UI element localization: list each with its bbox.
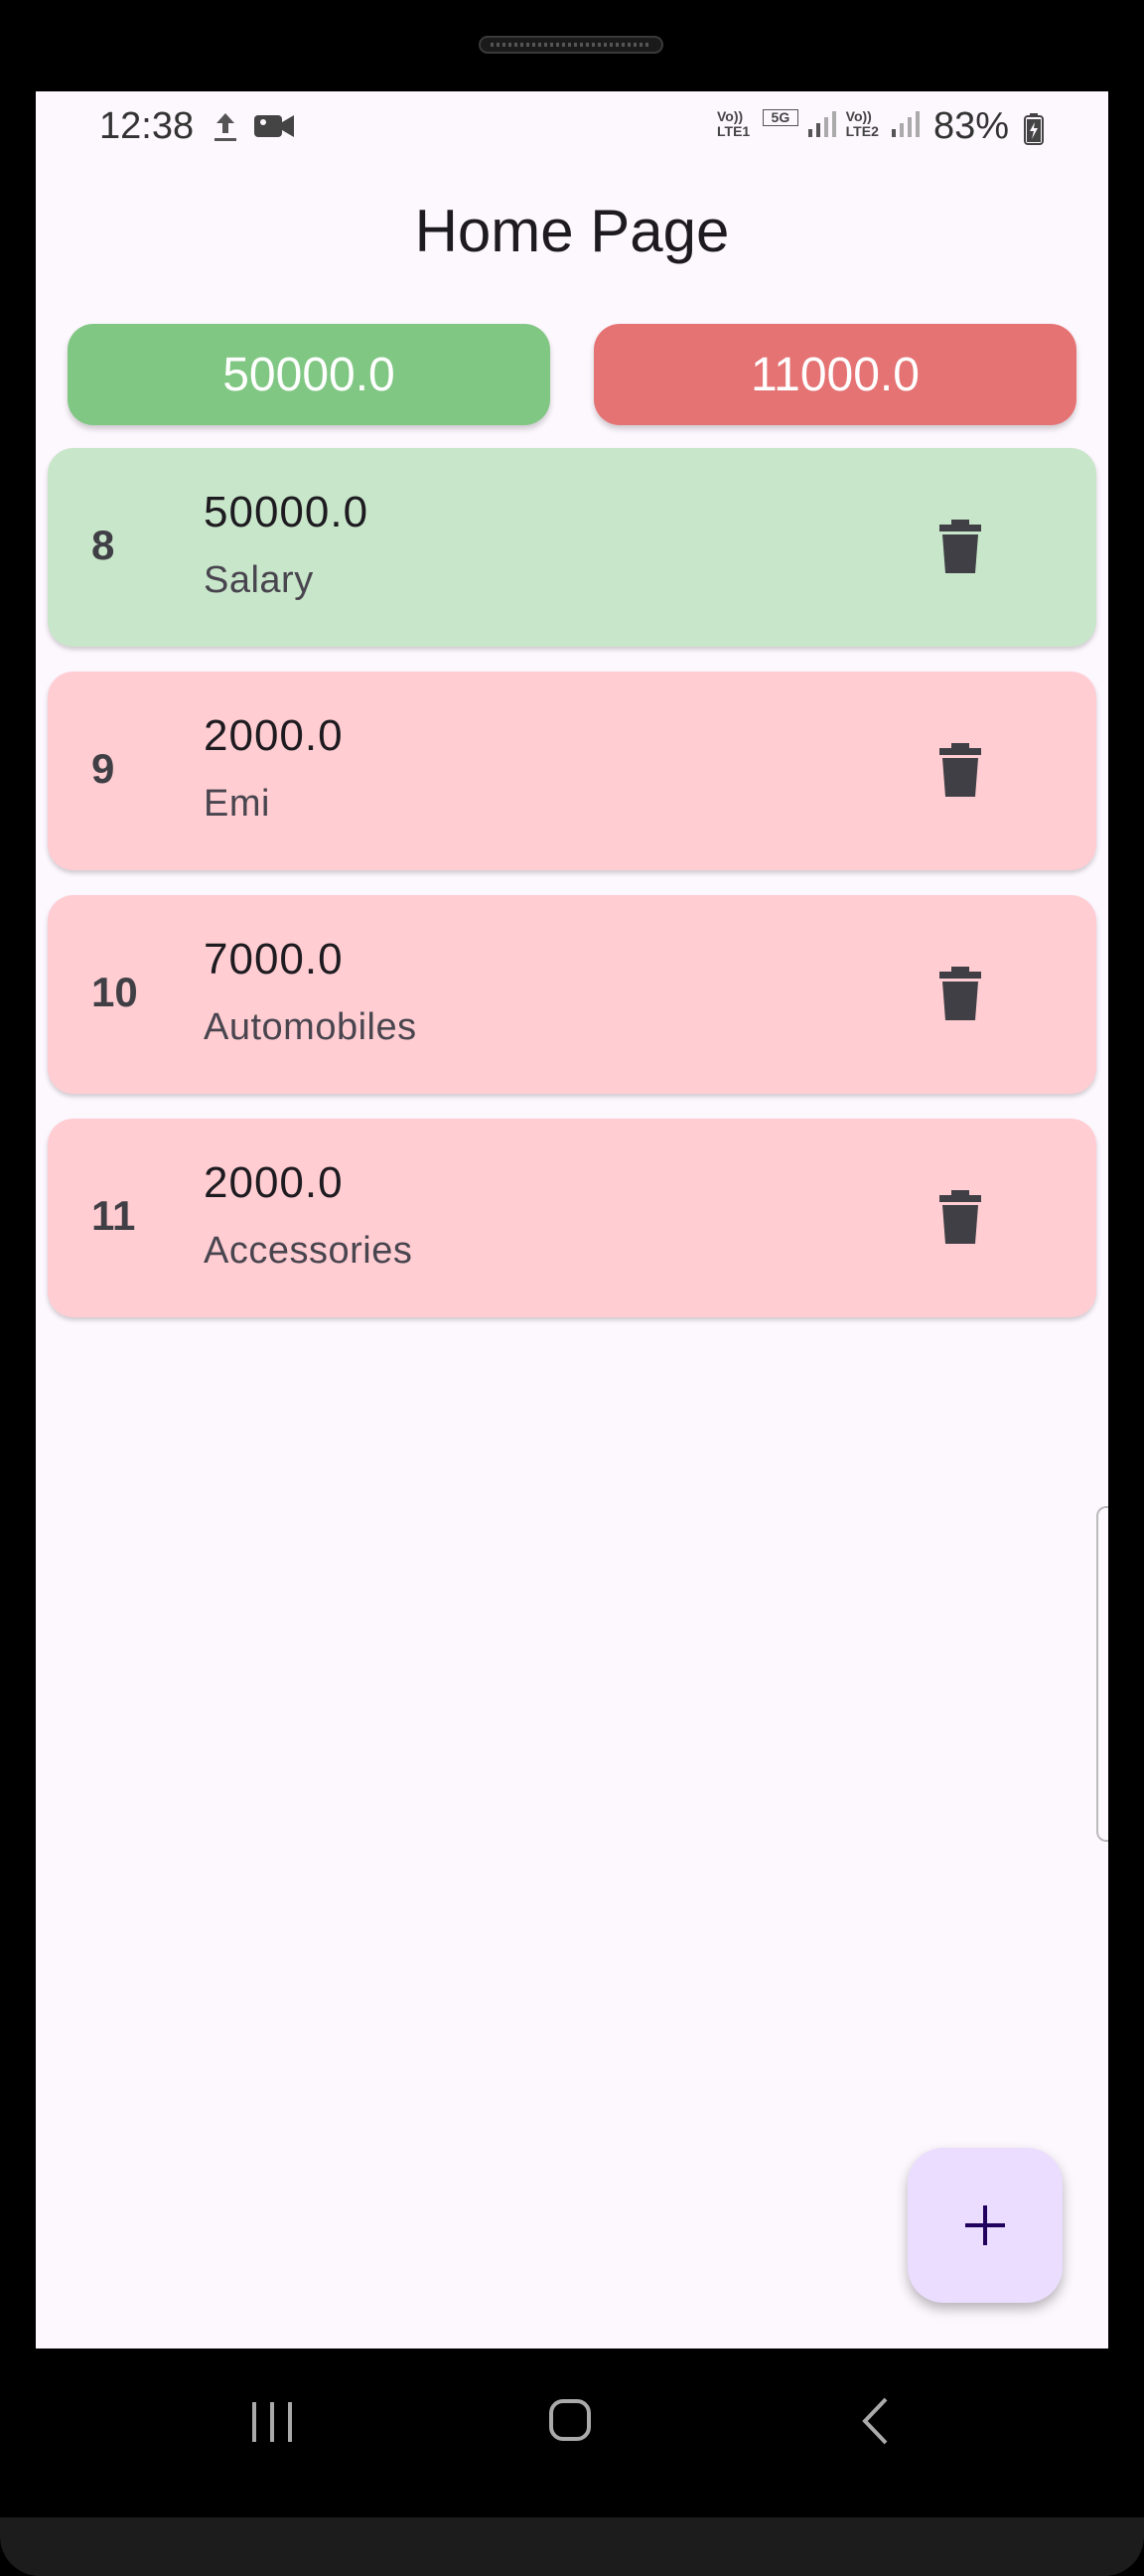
transaction-id: 8	[91, 522, 115, 568]
transaction-category: Automobiles	[204, 1006, 417, 1048]
recents-icon[interactable]	[250, 2400, 294, 2444]
status-bar: 12:38 Vo)) LTE1 5G Vo)) LTE2 83%	[36, 91, 1108, 163]
sim2-label: Vo)) LTE2	[845, 108, 879, 139]
transaction-card[interactable]: 9 2000.0 Emi	[48, 672, 1096, 870]
back-icon[interactable]	[860, 2396, 890, 2446]
upload-icon	[214, 113, 236, 141]
add-transaction-button[interactable]	[908, 2148, 1063, 2303]
5g-label: 5G	[762, 109, 798, 126]
transaction-id: 9	[91, 745, 115, 792]
home-icon[interactable]	[548, 2398, 592, 2442]
device-bottom-bezel	[0, 2517, 1144, 2576]
transaction-id: 10	[91, 969, 138, 1015]
transaction-amount: 2000.0	[204, 1158, 344, 1207]
plus-icon	[965, 2205, 1005, 2245]
signal-icon	[807, 111, 836, 137]
app-screen: 12:38 Vo)) LTE1 5G Vo)) LTE2 83% Home Pa…	[36, 91, 1108, 2349]
edge-panel-handle[interactable]	[1096, 1506, 1108, 1842]
total-income-badge: 50000.0	[68, 324, 550, 425]
network-indicators: Vo)) LTE1 5G Vo)) LTE2	[717, 109, 924, 139]
battery-icon	[1024, 113, 1044, 145]
earpiece-speaker	[479, 36, 663, 54]
trash-icon[interactable]	[939, 520, 981, 573]
status-time: 12:38	[99, 105, 195, 147]
transaction-card[interactable]: 11 2000.0 Accessories	[48, 1119, 1096, 1317]
battery-percent: 83%	[933, 105, 1010, 147]
transaction-card[interactable]: 8 50000.0 Salary	[48, 448, 1096, 647]
phone-device: 12:38 Vo)) LTE1 5G Vo)) LTE2 83% Home Pa…	[0, 0, 1144, 2576]
page-title: Home Page	[414, 198, 730, 264]
transaction-id: 11	[91, 1192, 136, 1239]
sim1-label: Vo)) LTE1	[717, 108, 751, 139]
trash-icon[interactable]	[939, 967, 981, 1020]
transaction-category: Emi	[204, 783, 270, 825]
transaction-category: Salary	[204, 559, 314, 601]
transaction-category: Accessories	[204, 1230, 413, 1272]
transaction-amount: 2000.0	[204, 711, 344, 760]
trash-icon[interactable]	[939, 1190, 981, 1244]
transaction-amount: 50000.0	[204, 488, 369, 536]
trash-icon[interactable]	[939, 743, 981, 797]
video-record-icon	[254, 115, 294, 137]
system-nav-bar	[0, 2349, 1144, 2488]
signal-icon	[891, 111, 920, 137]
total-expense-badge: 11000.0	[594, 324, 1076, 425]
transaction-card[interactable]: 10 7000.0 Automobiles	[48, 895, 1096, 1094]
transaction-amount: 7000.0	[204, 935, 344, 984]
